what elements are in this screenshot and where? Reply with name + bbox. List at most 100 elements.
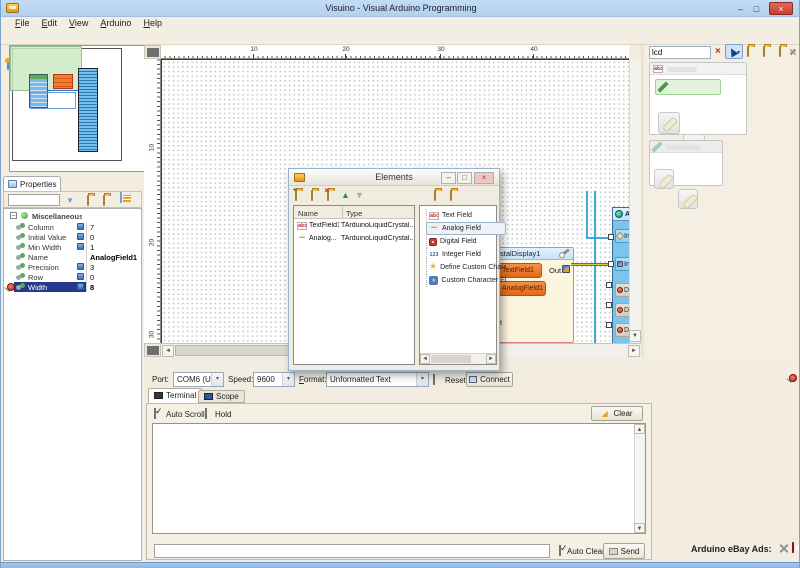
terminal-scrollbar[interactable]: ▲ ▼ <box>634 424 645 533</box>
property-row-initial-value[interactable]: Initial Value0 <box>4 232 141 242</box>
property-value[interactable]: 3 <box>90 263 140 272</box>
property-row-precision[interactable]: Precision3 <box>4 262 141 272</box>
maximize-button[interactable]: □ <box>750 4 763 15</box>
properties-filter-input[interactable] <box>8 194 60 206</box>
delete-element-icon[interactable] <box>327 190 329 201</box>
menu-arduino[interactable]: Arduino <box>94 17 137 29</box>
palette-item-define-custom-character[interactable]: Define Custom Chara <box>426 261 506 274</box>
move-down-icon[interactable]: ▼ <box>355 190 364 200</box>
property-row-min-width[interactable]: Min Width1 <box>4 242 141 252</box>
menu-help[interactable]: Help <box>137 17 168 29</box>
menu-file[interactable]: File <box>9 17 36 29</box>
pin-connector-square[interactable] <box>606 322 612 328</box>
terminal-output[interactable]: ▲ ▼ <box>152 423 646 534</box>
board-header[interactable]: A <box>613 208 629 221</box>
component-search-input[interactable] <box>649 46 711 59</box>
scroll-left-arrow[interactable]: ◄ <box>162 345 174 357</box>
categorized-view-icon[interactable] <box>120 192 122 203</box>
board-pin-in-2[interactable]: In <box>615 257 629 271</box>
elements-dialog[interactable]: Elements – □ × ▲ ▼ Name Type TextField1 … <box>288 168 500 371</box>
collapse-all-icon[interactable] <box>103 195 105 206</box>
list-header[interactable]: Name Type <box>294 206 414 219</box>
menu-view[interactable]: View <box>63 17 94 29</box>
component-tile-lcd-4[interactable] <box>678 189 698 209</box>
port-combo[interactable]: COM6 (Unava ▾ <box>173 372 224 387</box>
property-value[interactable]: 7 <box>90 223 140 232</box>
component-card-lcd[interactable] <box>649 62 747 135</box>
new-folder-icon[interactable] <box>747 46 749 57</box>
palette-item-digital-field[interactable]: Digital Field <box>426 235 506 248</box>
collapse-group-icon[interactable]: − <box>10 212 17 219</box>
dialog-close-button[interactable]: × <box>474 172 494 184</box>
canvas-vertical-scrollbar[interactable]: ▼ <box>629 59 641 343</box>
tab-terminal[interactable]: Terminal <box>148 388 202 403</box>
expand-all-icon[interactable] <box>87 195 89 206</box>
add-element-icon[interactable] <box>295 190 297 201</box>
filter-dropdown-icon[interactable]: ▾ <box>737 49 740 56</box>
scroll-up-arrow[interactable]: ▲ <box>634 424 645 434</box>
move-up-icon[interactable]: ▲ <box>341 190 350 200</box>
ads-close-icon[interactable] <box>792 542 794 553</box>
component-arduino-board[interactable]: A In In Di Di Di <box>612 207 629 343</box>
property-expand-icon[interactable] <box>77 223 84 230</box>
connect-button[interactable]: Connect <box>466 372 513 387</box>
duplicate-element-icon[interactable] <box>311 190 313 201</box>
selected-group-strip[interactable] <box>655 79 721 95</box>
analog-out-pin-icon[interactable] <box>562 265 570 273</box>
expand-palette-icon[interactable] <box>434 190 436 201</box>
format-combo[interactable]: Unformatted Text ▾ <box>326 372 429 387</box>
property-value[interactable]: 8 <box>90 283 140 292</box>
property-expand-icon[interactable] <box>77 263 84 270</box>
property-value[interactable]: 0 <box>90 273 140 282</box>
scroll-right-arrow[interactable]: ► <box>628 345 640 357</box>
scroll-right-arrow[interactable]: ► <box>486 354 496 364</box>
auto-clear-checkbox[interactable] <box>559 545 561 556</box>
clear-search-icon[interactable]: × <box>715 46 721 57</box>
dialog-maximize-button[interactable]: □ <box>457 172 472 184</box>
board-pin-digital-1[interactable]: Di <box>615 283 629 297</box>
dialog-title-bar[interactable]: Elements – □ × <box>289 169 499 186</box>
pin-connector-square[interactable] <box>606 282 612 288</box>
property-row-name[interactable]: NameAnalogField1 <box>4 252 141 262</box>
tab-properties[interactable]: Properties <box>3 176 61 191</box>
port-combo-arrow[interactable]: ▾ <box>211 373 223 386</box>
element-row-textfield[interactable]: TextField1 TArduinoLiquidCrystal... <box>294 219 414 232</box>
property-expand-icon[interactable] <box>77 233 84 240</box>
board-pin-digital-3[interactable]: Di <box>615 323 629 337</box>
property-row-column[interactable]: Column7 <box>4 222 141 232</box>
hold-checkbox[interactable] <box>205 408 207 419</box>
palette-item-integer-field[interactable]: Integer Field <box>426 248 506 261</box>
property-group-row[interactable]: − Miscellaneous <box>4 211 141 221</box>
pin-connector-square[interactable] <box>606 302 612 308</box>
board-pin-digital-2[interactable]: Di <box>615 303 629 317</box>
property-expand-icon[interactable] <box>77 243 84 250</box>
overview-minimap[interactable] <box>9 45 146 172</box>
elements-list[interactable]: Name Type TextField1 TArduinoLiquidCryst… <box>293 205 415 365</box>
filter-mode-button[interactable]: ▾ <box>725 44 743 59</box>
component-lcd-display[interactable]: stalDisplay1 TextField1 Out AnalogField1… <box>496 247 574 343</box>
property-expand-icon[interactable] <box>77 273 84 280</box>
scroll-down-arrow[interactable]: ▼ <box>629 330 641 342</box>
dialog-minimize-button[interactable]: – <box>441 172 456 184</box>
pin-connector-square[interactable] <box>608 234 614 240</box>
clear-button[interactable]: Clear <box>591 406 643 421</box>
scrollbar-thumb[interactable] <box>431 355 471 363</box>
property-row-row[interactable]: Row0 <box>4 272 141 282</box>
close-panel-icon[interactable]: × <box>789 46 795 58</box>
component-tile-lcd-1[interactable] <box>658 112 680 134</box>
palette-item-analog-field[interactable]: Analog Field <box>426 222 506 235</box>
collapse-folders-icon[interactable] <box>779 46 781 57</box>
palette-item-text-field[interactable]: Text Field <box>426 209 506 222</box>
palette-item-custom-character-field[interactable]: Custom Character Fi <box>426 274 506 287</box>
board-pin-in-1[interactable]: In <box>615 229 629 243</box>
wire-cyan-vertical-1[interactable] <box>586 191 588 239</box>
auto-scroll-checkbox[interactable] <box>154 408 156 419</box>
column-name[interactable]: Name <box>298 209 318 218</box>
scroll-down-arrow[interactable]: ▼ <box>634 523 645 533</box>
wire-cyan-vertical-2[interactable] <box>594 191 596 343</box>
send-button[interactable]: Send <box>603 543 645 559</box>
property-expand-icon[interactable] <box>77 283 84 290</box>
close-button[interactable]: × <box>769 2 793 15</box>
menu-edit[interactable]: Edit <box>36 17 64 29</box>
property-value[interactable]: 0 <box>90 233 140 242</box>
